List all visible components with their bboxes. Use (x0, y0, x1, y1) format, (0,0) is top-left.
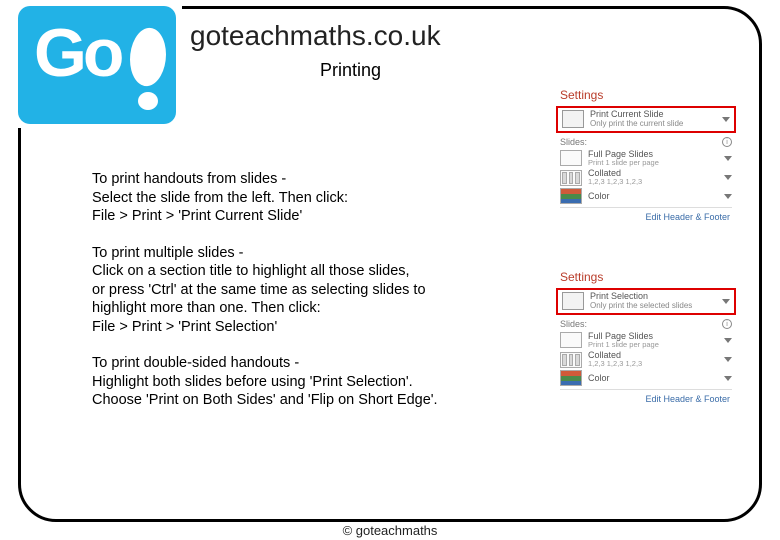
option-sublabel: 1,2,3 1,2,3 1,2,3 (588, 178, 718, 186)
full-page-slides-dropdown[interactable]: Full Page Slides Print 1 slide per page (556, 149, 736, 168)
slides-label-row: Slides: i (556, 315, 736, 331)
edit-header-footer-link[interactable]: Edit Header & Footer (556, 390, 736, 404)
slides-label: Slides: (560, 319, 587, 329)
option-label: Color (588, 192, 718, 201)
text-line: Highlight both slides before using 'Prin… (92, 374, 413, 390)
color-icon (560, 188, 582, 204)
chevron-down-icon (722, 299, 730, 304)
chevron-down-icon (724, 338, 732, 343)
collated-dropdown[interactable]: Collated 1,2,3 1,2,3 1,2,3 (556, 168, 736, 187)
option-sublabel: 1,2,3 1,2,3 1,2,3 (588, 360, 718, 368)
instruction-para-3: To print double-sided handouts - Highlig… (92, 354, 492, 410)
print-current-slide-dropdown[interactable]: Print Current Slide Only print the curre… (556, 106, 736, 133)
color-dropdown[interactable]: Color (556, 369, 736, 387)
text-line: Choose 'Print on Both Sides' and 'Flip o… (92, 392, 438, 408)
print-selection-dropdown[interactable]: Print Selection Only print the selected … (556, 288, 736, 315)
text-line: To print double-sided handouts - (92, 355, 299, 371)
info-icon[interactable]: i (722, 137, 732, 147)
chevron-down-icon (724, 175, 732, 180)
chevron-down-icon (722, 117, 730, 122)
chevron-down-icon (724, 156, 732, 161)
settings-header: Settings (556, 270, 736, 284)
text-line: To print handouts from slides - (92, 171, 286, 187)
option-sublabel: Print 1 slide per page (588, 341, 718, 349)
settings-header: Settings (556, 88, 736, 102)
settings-panel-selection: Settings Print Selection Only print the … (556, 270, 736, 404)
chevron-down-icon (724, 376, 732, 381)
slide-icon (562, 110, 584, 128)
text-line: highlight more than one. Then click: (92, 300, 321, 316)
text-line: or press 'Ctrl' at the same time as sele… (92, 282, 426, 298)
slides-label: Slides: (560, 137, 587, 147)
full-page-slides-dropdown[interactable]: Full Page Slides Print 1 slide per page (556, 331, 736, 350)
page-icon (560, 150, 582, 166)
dropdown-sublabel: Only print the selected slides (590, 302, 716, 311)
option-label: Color (588, 374, 718, 383)
text-line: File > Print > 'Print Selection' (92, 319, 277, 335)
info-icon[interactable]: i (722, 319, 732, 329)
instruction-para-1: To print handouts from slides - Select t… (92, 170, 492, 226)
text-line: To print multiple slides - (92, 245, 244, 261)
edit-header-footer-link[interactable]: Edit Header & Footer (556, 208, 736, 222)
go-logo: Go (12, 0, 182, 128)
collated-dropdown[interactable]: Collated 1,2,3 1,2,3 1,2,3 (556, 350, 736, 369)
exclamation-icon (130, 28, 170, 114)
footer-copyright: © goteachmaths (0, 523, 780, 538)
chevron-down-icon (724, 194, 732, 199)
slides-label-row: Slides: i (556, 133, 736, 149)
collated-icon (560, 352, 582, 368)
option-sublabel: Print 1 slide per page (588, 159, 718, 167)
page-title: Printing (320, 60, 381, 81)
chevron-down-icon (724, 357, 732, 362)
settings-panel-current-slide: Settings Print Current Slide Only print … (556, 88, 736, 222)
go-logo-text: Go (34, 14, 120, 92)
instructions-block: To print handouts from slides - Select t… (92, 170, 492, 428)
site-title: goteachmaths.co.uk (190, 20, 441, 52)
text-line: File > Print > 'Print Current Slide' (92, 208, 302, 224)
collated-icon (560, 170, 582, 186)
text-line: Click on a section title to highlight al… (92, 263, 410, 279)
text-line: Select the slide from the left. Then cli… (92, 190, 348, 206)
instruction-para-2: To print multiple slides - Click on a se… (92, 244, 492, 337)
color-dropdown[interactable]: Color (556, 187, 736, 205)
dropdown-sublabel: Only print the current slide (590, 120, 716, 129)
color-icon (560, 370, 582, 386)
slide-icon (562, 292, 584, 310)
page-icon (560, 332, 582, 348)
